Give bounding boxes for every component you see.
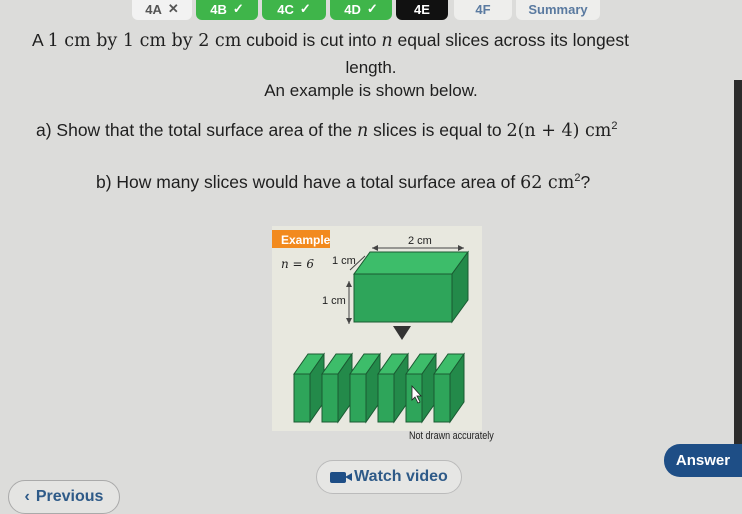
tab-4c[interactable]: 4C ✓ [262, 0, 326, 20]
slice [321, 352, 353, 424]
tab-label: 4E [414, 1, 430, 17]
slice [377, 352, 409, 424]
part-a-text: a) Show that the total surface area of t… [36, 120, 358, 140]
example-figure: Example n = 6 1 cm 2 cm 1 cm [272, 226, 482, 431]
screen-edge [734, 80, 742, 450]
check-icon: ✓ [299, 1, 311, 16]
intro-dimensions: 1 cm by 1 cm by 2 cm [47, 31, 242, 51]
part-b-text: b) How many slices would have a total su… [96, 172, 521, 192]
tab-label: 4A [145, 1, 162, 17]
answer-button[interactable]: Answer [664, 444, 742, 477]
length-label: 2 cm [408, 235, 432, 247]
depth-label: 1 cm [332, 255, 356, 267]
question-intro-line3: An example is shown below. [264, 81, 478, 100]
intro-text: cuboid is cut into [241, 30, 382, 50]
previous-button[interactable]: ‹ Previous [8, 480, 120, 514]
slice [293, 352, 325, 424]
intro-variable: n [381, 31, 393, 51]
tab-4f[interactable]: 4F [454, 0, 512, 20]
video-camera-icon [330, 471, 347, 483]
part-b-text: ? [580, 172, 591, 192]
arrow-head [346, 318, 352, 324]
part-a-exponent: 2 [611, 120, 618, 133]
down-arrow-icon [393, 326, 411, 340]
tab-label: Summary [528, 1, 588, 17]
arrow-head [346, 281, 352, 287]
example-label: Example [281, 233, 331, 247]
tab-label: 4D [344, 1, 361, 17]
check-icon: ✓ [232, 1, 244, 16]
arrow-head [372, 245, 378, 251]
cuboid-top [353, 251, 469, 275]
part-a-text: slices is equal to [368, 120, 507, 140]
height-label: 1 cm [322, 295, 346, 307]
figure-caption: Not drawn accurately [409, 430, 494, 442]
tab-4d[interactable]: 4D ✓ [330, 0, 392, 20]
intro-text: A [32, 30, 48, 50]
cuboid-diagram: Example n = 6 1 cm 2 cm 1 cm [272, 230, 469, 424]
cuboid-front [353, 273, 453, 323]
slices [293, 352, 465, 424]
tab-label: 4B [210, 1, 227, 17]
question-tabs: 4A ✕ 4B ✓ 4C ✓ 4D ✓ 4E 4F Summary [0, 0, 742, 20]
tab-4a[interactable]: 4A ✕ [132, 0, 192, 20]
cross-icon: ✕ [167, 1, 179, 16]
arrow-head [458, 245, 464, 251]
slice [405, 352, 437, 424]
watch-video-button[interactable]: Watch video [316, 460, 462, 494]
question-intro-line1: A 1 cm by 1 cm by 2 cm cuboid is cut int… [32, 30, 629, 51]
check-icon: ✓ [366, 1, 378, 16]
part-b-value: 62 cm [520, 173, 575, 193]
previous-label: Previous [35, 488, 104, 505]
tab-label: 4C [277, 1, 294, 17]
tab-summary[interactable]: Summary [516, 0, 600, 20]
tab-4b[interactable]: 4B ✓ [196, 0, 258, 20]
part-a-variable: n [357, 121, 369, 141]
slice [349, 352, 381, 424]
slice [433, 352, 465, 424]
part-a: a) Show that the total surface area of t… [36, 120, 618, 141]
watch-video-label: Watch video [354, 468, 448, 485]
question-intro-line2: length. [345, 58, 397, 77]
part-a-expression: 2(n + 4) cm [506, 121, 612, 141]
chevron-left-icon: ‹ [24, 488, 30, 505]
intro-text: equal slices across its longest [392, 30, 630, 50]
tab-4e[interactable]: 4E [396, 0, 448, 20]
n-label: n = 6 [281, 257, 314, 271]
tab-label: 4F [475, 1, 491, 17]
part-b: b) How many slices would have a total su… [96, 172, 590, 193]
